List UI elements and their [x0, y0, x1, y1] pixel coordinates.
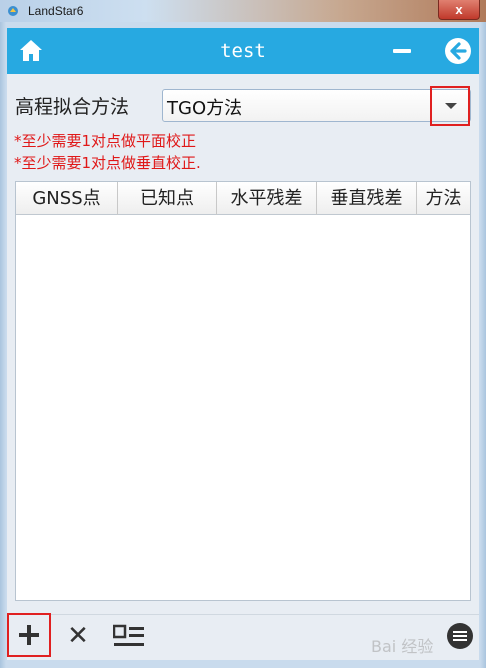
fit-method-label: 高程拟合方法: [15, 96, 130, 118]
content-area: 高程拟合方法 TGO方法 *至少需要1对点做平面校正 *至少需要1对点做垂直校正…: [7, 74, 479, 614]
footer-toolbar: ✕ Bai 经验: [7, 613, 479, 660]
app-logo-icon: [6, 4, 20, 18]
chevron-down-icon: [445, 103, 457, 109]
dropdown-button[interactable]: [430, 86, 470, 126]
column-method[interactable]: 方法: [417, 182, 470, 215]
fit-method-select[interactable]: TGO方法: [162, 86, 471, 126]
minimize-button[interactable]: [393, 49, 411, 53]
delete-button[interactable]: ✕: [65, 623, 91, 649]
menu-button[interactable]: [447, 623, 473, 649]
menu-icon-line: [453, 635, 467, 637]
add-button[interactable]: [7, 613, 51, 657]
details-button[interactable]: [112, 624, 145, 650]
app-panel: test 高程拟合方法 TGO方法 *至少需要1对点做平面校正 *至少需要1对点…: [7, 28, 479, 660]
table-header: GNSS点 已知点 水平残差 垂直残差 方法: [16, 182, 470, 215]
menu-icon: [453, 631, 467, 633]
menu-icon-line: [453, 639, 467, 641]
home-button[interactable]: [17, 37, 45, 65]
warning-vertical: *至少需要1对点做垂直校正.: [14, 154, 201, 172]
column-vertical-residual[interactable]: 垂直残差: [317, 182, 417, 215]
window-titlebar: LandStar6 x: [0, 0, 486, 22]
plus-icon-stroke: [27, 625, 31, 645]
column-gnss-point[interactable]: GNSS点: [16, 182, 118, 215]
column-horizontal-residual[interactable]: 水平残差: [217, 182, 317, 215]
window-close-button[interactable]: x: [438, 0, 480, 20]
app-header: test: [7, 28, 479, 74]
window-title: LandStar6: [28, 4, 84, 18]
watermark: Bai 经验: [371, 637, 434, 656]
home-icon: [20, 40, 42, 61]
fit-method-value: TGO方法: [167, 98, 243, 119]
list-icon: [112, 624, 144, 646]
column-known-point[interactable]: 已知点: [118, 182, 217, 215]
point-pairs-table[interactable]: GNSS点 已知点 水平残差 垂直残差 方法: [15, 181, 471, 601]
warning-horizontal: *至少需要1对点做平面校正: [14, 132, 197, 150]
table-body: [16, 216, 470, 600]
arrow-left-icon: [445, 38, 471, 64]
back-button[interactable]: [444, 37, 472, 65]
